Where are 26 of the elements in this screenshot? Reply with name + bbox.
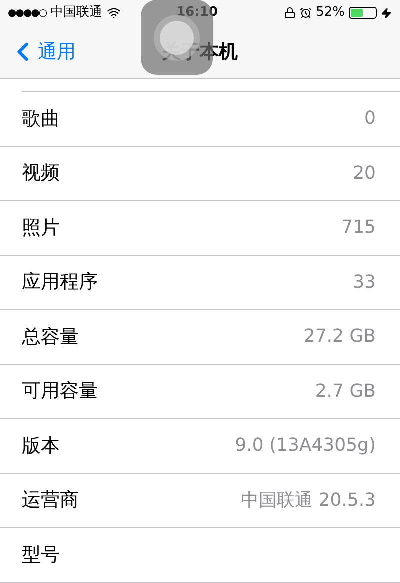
row-label: 可用容量 <box>22 379 98 404</box>
row-value: 中国联通 20.5.3 <box>241 488 376 513</box>
row-label: 歌曲 <box>22 106 60 132</box>
row-value: 9.0 (13A4305g) <box>235 434 376 458</box>
alarm-icon <box>300 7 312 19</box>
row-label: 运营商 <box>22 488 79 513</box>
row-value: 0 <box>364 107 376 132</box>
carrier-name: 中国联通 <box>50 4 103 22</box>
row-label: 照片 <box>22 216 60 240</box>
row-value: 33 <box>353 270 376 295</box>
row-label: 版本 <box>22 434 60 458</box>
signal-strength: ●●●●○ <box>8 6 47 20</box>
row-value: 20 <box>353 162 376 186</box>
battery-percent: 52% <box>316 4 345 22</box>
row-value: 2.7 GB <box>315 380 376 404</box>
wifi-icon <box>106 6 121 20</box>
row-label: 总容量 <box>22 324 79 350</box>
battery-icon <box>349 7 377 19</box>
back-button[interactable]: 通用 <box>0 37 76 67</box>
row-label: 视频 <box>22 161 60 186</box>
row-value: 715 <box>342 216 376 240</box>
charging-icon <box>381 8 392 18</box>
rotation-lock-icon <box>284 7 296 19</box>
row-label: 型号 <box>22 542 60 568</box>
row-value: 27.2 GB <box>304 325 376 350</box>
row-label: 应用程序 <box>22 270 98 295</box>
